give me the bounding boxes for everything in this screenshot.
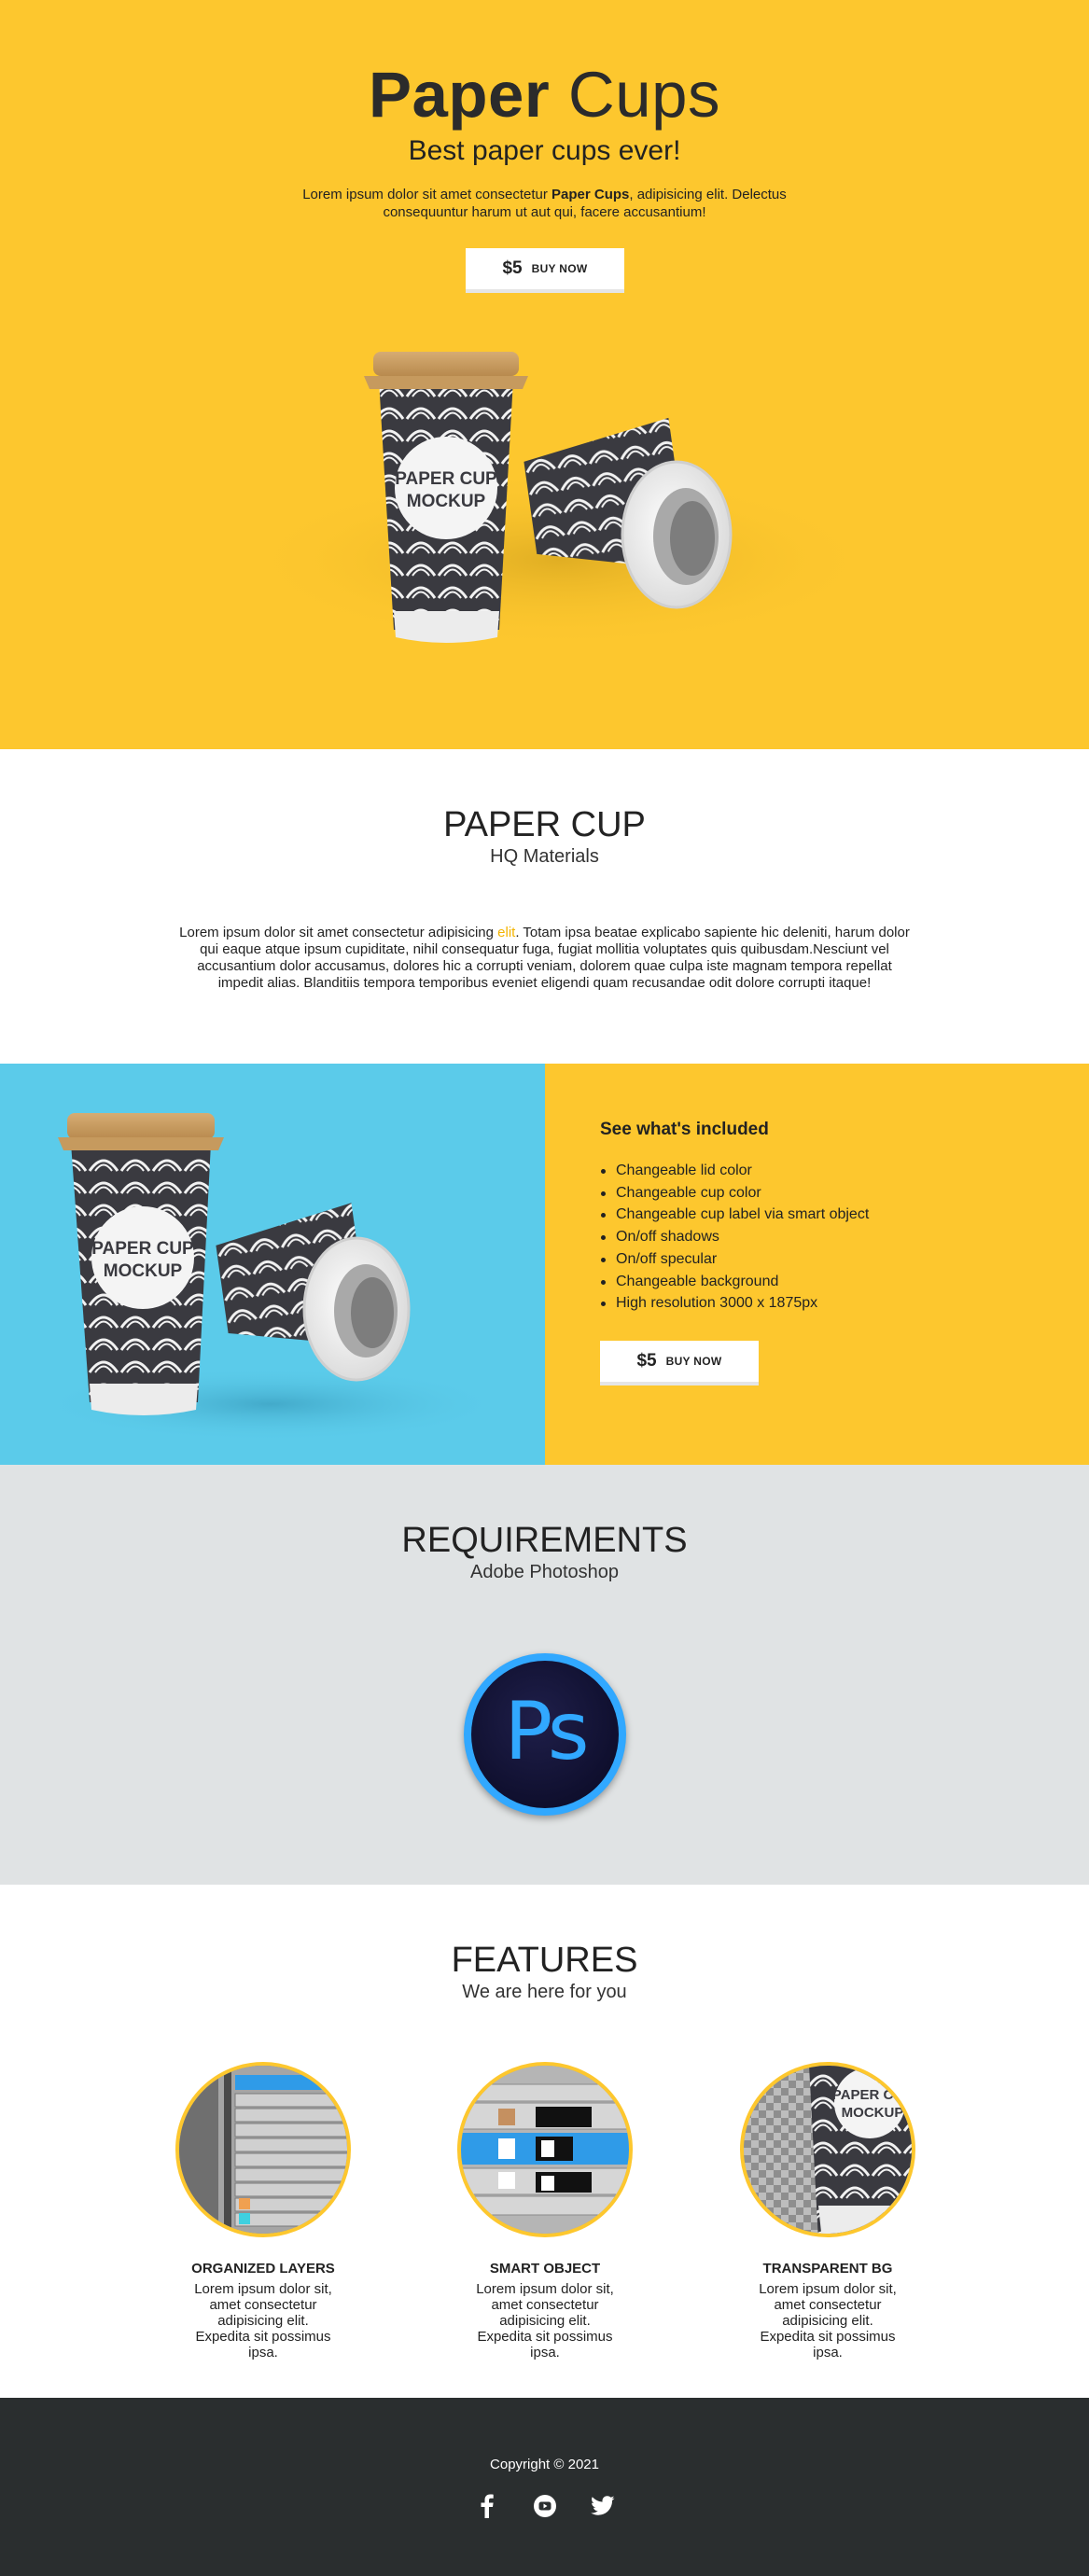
feature-text: Lorem ipsum dolor sit, amet consectetur …: [476, 2281, 614, 2360]
list-item: Changeable cup label via smart object: [600, 1204, 869, 1226]
feature-title: ORGANIZED LAYERS: [191, 2261, 335, 2277]
hero-title: Paper Cups: [368, 59, 721, 131]
cup-label-line1: PAPER CUP: [395, 469, 497, 489]
buy-now-button[interactable]: $5 BUY NOW: [466, 248, 624, 293]
about-subtitle: HQ Materials: [490, 846, 599, 867]
paper-cup-mockup-image: PAPER CUP MOCKUP: [56, 1113, 504, 1441]
requirements-title: REQUIREMENTS: [401, 1521, 688, 1560]
paper-cup-mockup-image: PAPER CUP MOCKUP: [243, 352, 877, 648]
cup-label-line2: MOCKUP: [104, 1261, 183, 1281]
feature-title: TRANSPARENT BG: [762, 2261, 893, 2277]
list-item: High resolution 3000 x 1875px: [600, 1292, 869, 1315]
twitter-icon[interactable]: [590, 2494, 615, 2518]
feature-transparent-bg: PAPER CUP MOCKUP TRANSPARENT BG Lorem ip…: [725, 2062, 930, 2360]
list-item: Changeable background: [600, 1271, 869, 1293]
features-title: FEATURES: [451, 1941, 638, 1980]
features-section: FEATURES We are here for you ORGANIZED L…: [0, 1885, 1089, 2398]
feature-title: SMART OBJECT: [489, 2261, 601, 2277]
feature-smart-object: SMART OBJECT Lorem ipsum dolor sit, amet…: [442, 2062, 648, 2360]
features-subtitle: We are here for you: [462, 1982, 627, 2002]
cup-label-line2: MOCKUP: [407, 492, 486, 511]
feature-organized-layers: ORGANIZED LAYERS Lorem ipsum dolor sit, …: [161, 2062, 366, 2360]
price-label: $5: [502, 258, 523, 278]
list-item: Changeable cup color: [600, 1182, 869, 1204]
cup-label-line1: PAPER CUP: [832, 2087, 913, 2103]
list-item: On/off specular: [600, 1248, 869, 1271]
buy-now-label: BUY NOW: [665, 1355, 722, 1368]
buy-now-button[interactable]: $5 BUY NOW: [600, 1341, 759, 1385]
cup-label-line1: PAPER CUP: [91, 1239, 194, 1259]
copyright-text: Copyright © 2021: [490, 2457, 599, 2472]
included-list: Changeable lid color Changeable cup colo…: [600, 1160, 869, 1315]
layers-panel-image: [175, 2062, 351, 2237]
requirements-section: REQUIREMENTS Adobe Photoshop Ps: [0, 1465, 1089, 1885]
about-section: PAPER CUP HQ Materials Lorem ipsum dolor…: [0, 749, 1089, 1064]
included-panel: See what's included Changeable lid color…: [545, 1064, 1089, 1465]
smart-object-image: [457, 2062, 633, 2237]
price-label: $5: [636, 1351, 657, 1371]
feature-text: Lorem ipsum dolor sit, amet consectetur …: [194, 2281, 332, 2360]
list-item: Changeable lid color: [600, 1160, 869, 1182]
footer: Copyright © 2021: [0, 2398, 1089, 2576]
photoshop-icon: Ps: [464, 1653, 626, 1816]
feature-text: Lorem ipsum dolor sit, amet consectetur …: [759, 2281, 897, 2360]
photoshop-icon-text: Ps: [504, 1685, 589, 1778]
hero-lead: Lorem ipsum dolor sit amet consectetur P…: [302, 187, 787, 220]
hero-subtitle: Best paper cups ever!: [408, 135, 681, 166]
requirements-subtitle: Adobe Photoshop: [469, 1562, 620, 1582]
hero-section: Paper Cups Best paper cups ever! Lorem i…: [0, 0, 1089, 749]
facebook-icon[interactable]: [475, 2494, 499, 2518]
cup-label-line2: MOCKUP: [842, 2105, 904, 2121]
youtube-icon[interactable]: [533, 2494, 557, 2518]
social-links: [0, 2494, 1089, 2518]
included-image-panel: PAPER CUP MOCKUP: [0, 1064, 545, 1465]
about-title: PAPER CUP: [443, 805, 646, 844]
about-paragraph: Lorem ipsum dolor sit amet consectetur a…: [179, 925, 910, 991]
buy-now-label: BUY NOW: [531, 262, 588, 275]
included-title: See what's included: [600, 1120, 769, 1139]
list-item: On/off shadows: [600, 1226, 869, 1248]
transparent-bg-image: PAPER CUP MOCKUP: [740, 2062, 915, 2237]
